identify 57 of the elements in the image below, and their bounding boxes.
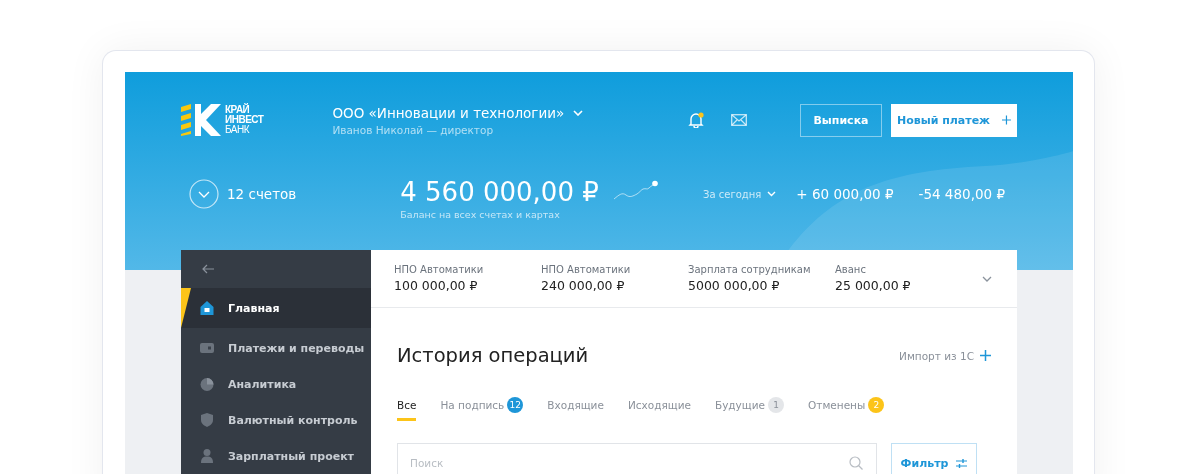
search-field[interactable]: Поиск xyxy=(397,443,877,474)
tab[interactable]: Будущие 1 xyxy=(714,397,784,421)
expense-amount: -54 480,00 ₽ xyxy=(918,186,1005,202)
logo-text: ИНВЕСТ xyxy=(225,115,264,125)
filter-button[interactable]: Фильтр xyxy=(891,443,977,474)
sidebar-item[interactable]: Валютный контроль xyxy=(181,402,371,438)
house-icon xyxy=(200,301,214,315)
wallet-icon xyxy=(200,343,214,353)
pie-chart-icon xyxy=(200,377,214,391)
expand-circle-icon[interactable] xyxy=(189,179,219,209)
account-name: Аванс xyxy=(835,264,867,275)
balance-caption: Баланс на всех счетах и картах xyxy=(400,209,561,220)
logo-text: БАНК xyxy=(225,125,251,135)
sidebar-item[interactable]: Зарплатный проект xyxy=(181,438,371,474)
total-balance: 4 560 000,00 ₽ xyxy=(400,177,599,207)
logo-text: КРАЙ xyxy=(225,105,251,115)
tab[interactable]: Входящие xyxy=(547,397,604,421)
plus-icon xyxy=(980,350,991,361)
account-name: НПО Автоматики xyxy=(394,264,485,275)
company-name[interactable]: ООО «Инновации и технологии» xyxy=(332,104,565,121)
new-payment-button[interactable]: Новый платеж xyxy=(891,103,1017,137)
tab[interactable]: Все xyxy=(397,397,417,421)
person-icon xyxy=(200,449,214,463)
period-dropdown[interactable]: За сегодня xyxy=(703,188,777,200)
sidebar-item[interactable]: Аналитика xyxy=(181,366,371,402)
accounts-count[interactable]: 12 счетов xyxy=(227,186,297,202)
shield-icon xyxy=(200,413,214,427)
section-title: История операций xyxy=(397,344,589,367)
bell-icon[interactable] xyxy=(688,112,704,128)
account-amount: 240 000,00 ₽ xyxy=(541,278,626,293)
plus-icon xyxy=(1002,114,1011,126)
chevron-down-icon xyxy=(767,191,777,197)
sparkline-drawing xyxy=(612,180,659,202)
chevron-down-icon[interactable] xyxy=(982,275,992,282)
sliders-icon xyxy=(956,458,968,468)
statement-button[interactable]: Выписка xyxy=(800,103,882,137)
account-amount: 100 000,00 ₽ xyxy=(394,278,479,293)
count-badge: 2 xyxy=(868,396,885,413)
account-amount: 25 000,00 ₽ xyxy=(835,278,912,293)
count-badge: 12 xyxy=(507,396,524,413)
count-badge: 1 xyxy=(768,396,784,413)
tab[interactable]: Исходящие xyxy=(627,397,691,421)
active-marker xyxy=(181,288,191,328)
account-name: Зарплата сотрудникам xyxy=(688,264,812,275)
sidebar-item[interactable]: Главная xyxy=(181,288,371,328)
import-button[interactable]: Импорт из 1С xyxy=(899,349,991,362)
tab[interactable]: На подпись 12 xyxy=(440,397,524,421)
tab[interactable]: Отменены 2 xyxy=(808,397,885,421)
logo-icon xyxy=(181,104,221,136)
mail-icon[interactable] xyxy=(731,114,747,126)
back-arrow-icon[interactable] xyxy=(202,264,214,274)
account-name: НПО Автоматики xyxy=(541,264,632,275)
income-amount: + 60 000,00 ₽ xyxy=(796,186,894,202)
account-amount: 5000 000,00 ₽ xyxy=(688,278,781,293)
search-icon xyxy=(849,456,863,470)
user-role: Иванов Николай — директор xyxy=(332,123,495,136)
sidebar-item[interactable]: Платежи и переводы xyxy=(181,330,371,366)
